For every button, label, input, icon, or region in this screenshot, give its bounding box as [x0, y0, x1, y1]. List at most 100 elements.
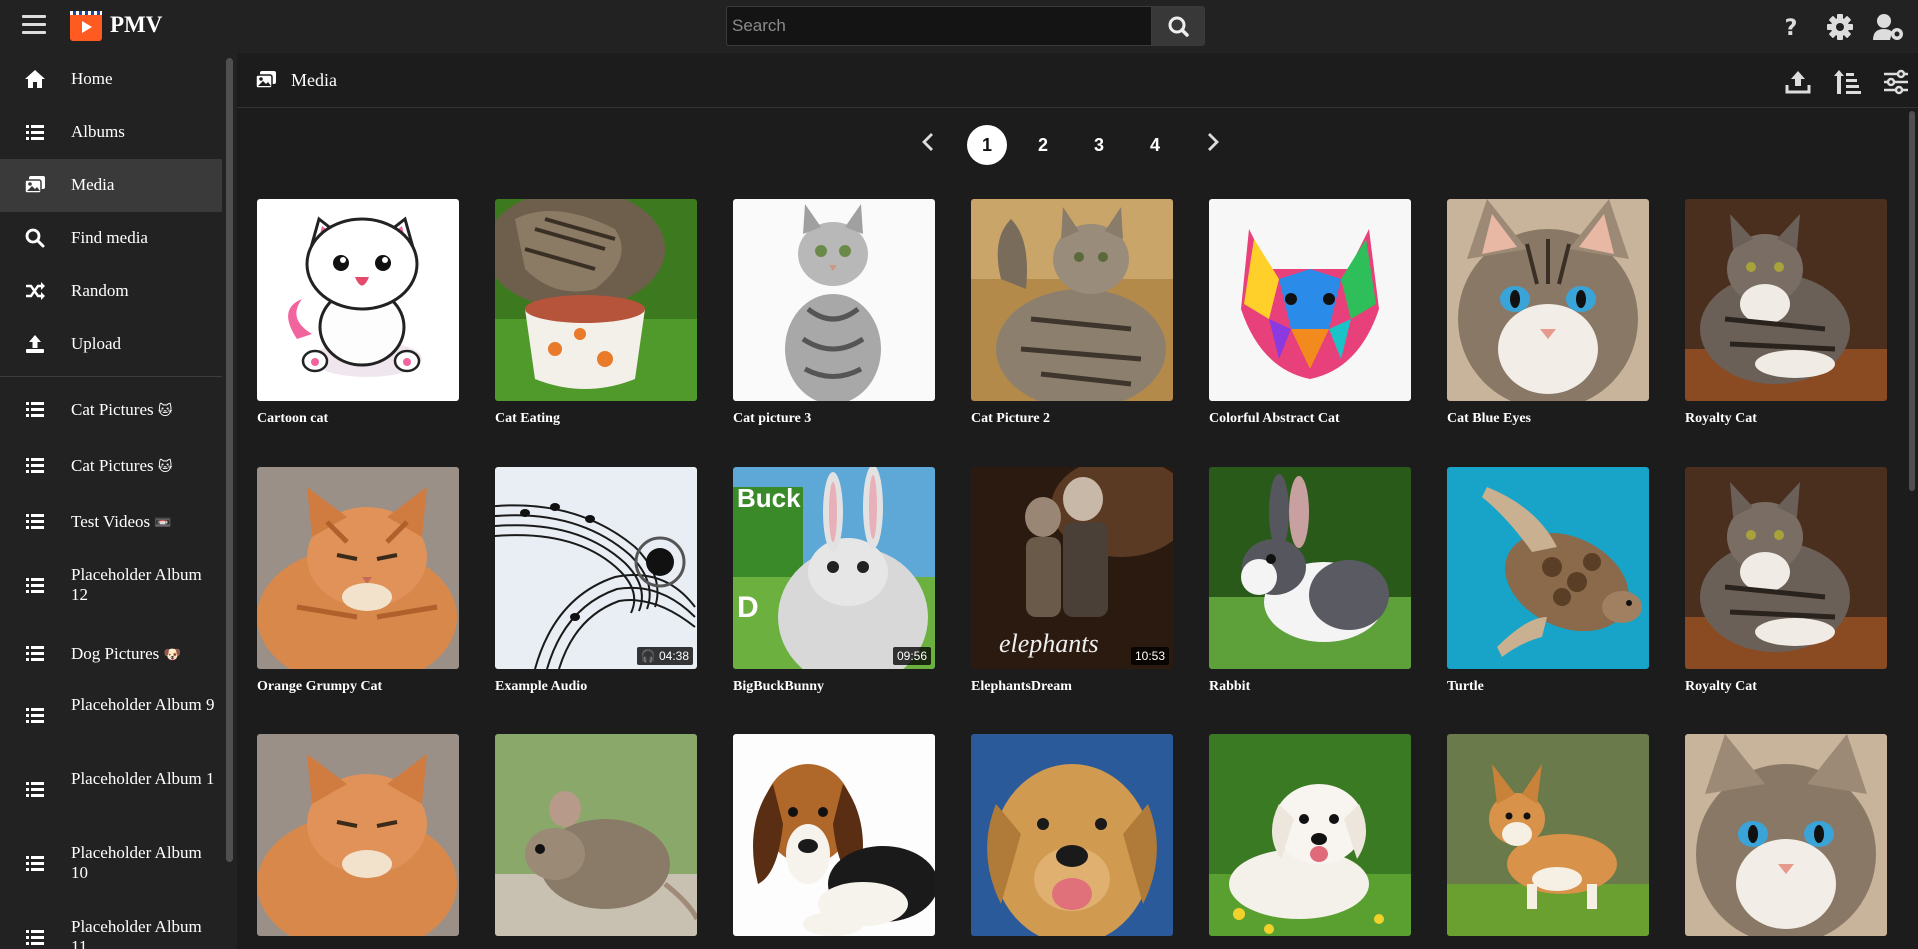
media-title[interactable]: Turtle — [1447, 679, 1484, 695]
sidebar-item-random[interactable]: Random — [0, 265, 222, 318]
search-icon — [1168, 16, 1189, 37]
cat-face-icon: 🐱 — [157, 459, 173, 475]
cat-picture-3-image — [733, 199, 935, 401]
media-thumbnail-cat-blue-eyes[interactable] — [1447, 199, 1649, 401]
media-title[interactable]: Royalty Cat — [1685, 411, 1757, 427]
dog-face-icon: 🐶 — [163, 647, 181, 663]
media-title[interactable]: Royalty Cat — [1685, 679, 1757, 695]
media-thumbnail-golden-retriever[interactable] — [971, 734, 1173, 936]
search-input[interactable] — [726, 6, 1151, 46]
media-title[interactable]: Cat picture 3 — [733, 411, 811, 427]
sidebar-album-label: Placeholder Album 12 — [71, 565, 202, 604]
media-thumbnail-beagle[interactable] — [733, 734, 935, 936]
media-thumbnail-rabbit[interactable] — [1209, 467, 1411, 669]
album-list-icon — [26, 514, 44, 529]
media-thumbnail-royalty-cat[interactable] — [1685, 467, 1887, 669]
sidebar-item-albums[interactable]: Albums — [0, 106, 222, 159]
media-thumbnail-cat-eating[interactable] — [495, 199, 697, 401]
cat-face-icon: 🐱 — [157, 403, 173, 419]
sidebar-album-label: Placeholder Album 10 — [71, 843, 202, 882]
media-duration-badge: 09:56 — [892, 647, 931, 665]
page-button-1[interactable]: 1 — [967, 125, 1007, 165]
media-thumbnail-cat-blue-eyes[interactable] — [1685, 734, 1887, 936]
main-content: Media 1 2 3 4 Cartoon cat Cat Eating Cat… — [237, 53, 1918, 949]
page-button-2[interactable]: 2 — [1023, 125, 1063, 165]
media-title[interactable]: ElephantsDream — [971, 679, 1072, 695]
media-thumbnail-mouse[interactable] — [495, 734, 697, 936]
media-title[interactable]: Cat Picture 2 — [971, 411, 1050, 427]
media-thumbnail-example-audio[interactable]: 🎧 04:38 — [495, 467, 697, 669]
settings-gear-icon[interactable] — [1825, 12, 1855, 42]
brand-name[interactable]: PMV — [110, 12, 162, 38]
media-thumbnail-cartoon-cat[interactable] — [257, 199, 459, 401]
album-list-icon — [26, 856, 44, 871]
sidebar-album-label: Cat Pictures — [71, 456, 154, 475]
svg-text:elephants: elephants — [999, 629, 1099, 658]
sidebar-album-placeholder-9[interactable]: Placeholder Album 9 — [0, 683, 222, 751]
sidebar-item-home[interactable]: Home — [0, 53, 222, 106]
media-thumbnail-elephantsdream[interactable]: elephants 10:53 — [971, 467, 1173, 669]
album-list-icon — [26, 402, 44, 417]
svg-text:?: ? — [1785, 16, 1798, 41]
next-page-icon[interactable] — [1197, 127, 1227, 157]
search-button[interactable] — [1151, 6, 1205, 46]
media-thumbnail-royalty-cat[interactable] — [1685, 199, 1887, 401]
media-thumbnail-corgi[interactable] — [1447, 734, 1649, 936]
media-title[interactable]: Colorful Abstract Cat — [1209, 411, 1340, 427]
sidebar-item-find-media[interactable]: Find media — [0, 212, 222, 265]
main-scrollbar[interactable] — [1909, 111, 1915, 491]
sidebar-album-test-videos[interactable]: Test Videos 📼 — [0, 496, 222, 549]
shuffle-icon — [26, 282, 45, 300]
example-audio-image — [495, 467, 697, 669]
sidebar-album-cat-pictures[interactable]: Cat Pictures 🐱 — [0, 440, 222, 493]
media-thumbnail-orange-cat[interactable] — [257, 734, 459, 936]
logo-icon[interactable] — [70, 11, 102, 41]
sidebar-album-placeholder-11[interactable]: Placeholder Album 11 — [0, 905, 222, 949]
svg-text:Buck: Buck — [737, 483, 801, 513]
media-icon — [24, 176, 45, 194]
sidebar-album-dog-pictures[interactable]: Dog Pictures 🐶 — [0, 628, 222, 681]
media-thumbnail-white-puppy[interactable] — [1209, 734, 1411, 936]
page-button-3[interactable]: 3 — [1079, 125, 1119, 165]
sidebar-item-label: Find media — [71, 228, 148, 247]
sidebar-scrollbar[interactable] — [226, 58, 233, 862]
help-icon[interactable]: ? — [1776, 12, 1806, 42]
sidebar-item-upload[interactable]: Upload — [0, 318, 222, 371]
sidebar-album-placeholder-10[interactable]: Placeholder Album 10 — [0, 831, 222, 899]
media-thumbnail-turtle[interactable] — [1447, 467, 1649, 669]
album-list-icon — [26, 458, 44, 473]
upload-icon[interactable] — [1784, 68, 1812, 96]
sidebar-album-cat-pictures[interactable]: Cat Pictures 🐱 — [0, 384, 222, 437]
sidebar-item-media[interactable]: Media — [0, 159, 222, 212]
media-title[interactable]: Rabbit — [1209, 679, 1250, 695]
golden-retriever-image — [971, 734, 1173, 936]
bigbuckbunny-image: Buck D — [733, 467, 935, 669]
media-title[interactable]: Cat Blue Eyes — [1447, 411, 1531, 427]
corgi-image — [1447, 734, 1649, 936]
user-settings-icon[interactable] — [1872, 12, 1903, 42]
menu-icon[interactable] — [22, 15, 46, 35]
media-thumbnail-colorful-abstract-cat[interactable] — [1209, 199, 1411, 401]
media-thumbnail-orange-grumpy-cat[interactable] — [257, 467, 459, 669]
sidebar-album-placeholder-12[interactable]: Placeholder Album 12 — [0, 553, 222, 621]
media-thumbnail-bigbuckbunny[interactable]: Buck D 09:56 — [733, 467, 935, 669]
media-title[interactable]: BigBuckBunny — [733, 679, 824, 695]
sidebar-item-label: Home — [71, 69, 113, 88]
sidebar-album-placeholder-1[interactable]: Placeholder Album 1 — [0, 757, 222, 825]
orange-grumpy-cat-image — [257, 467, 459, 669]
sidebar-item-label: Upload — [71, 334, 122, 353]
media-title[interactable]: Example Audio — [495, 679, 587, 695]
sidebar-album-label: Placeholder Album 11 — [71, 917, 202, 949]
media-thumbnail-cat-picture-3[interactable] — [733, 199, 935, 401]
media-thumbnail-cat-picture-2[interactable] — [971, 199, 1173, 401]
sidebar-item-label: Media — [71, 175, 115, 194]
media-title[interactable]: Cat Eating — [495, 411, 560, 427]
filter-sliders-icon[interactable] — [1882, 68, 1910, 96]
media-title[interactable]: Orange Grumpy Cat — [257, 679, 382, 695]
sort-icon[interactable] — [1832, 68, 1862, 96]
media-title[interactable]: Cartoon cat — [257, 411, 328, 427]
sidebar-item-label: Random — [71, 281, 129, 300]
page-button-4[interactable]: 4 — [1135, 125, 1175, 165]
colorful-abstract-cat-image — [1209, 199, 1411, 401]
previous-page-icon[interactable] — [914, 127, 944, 157]
